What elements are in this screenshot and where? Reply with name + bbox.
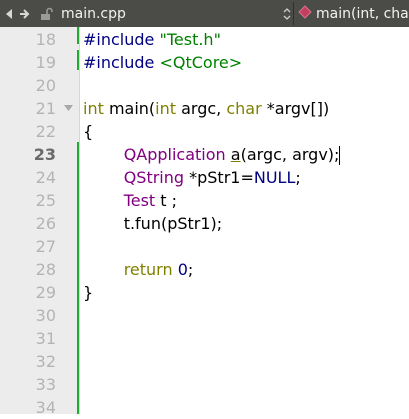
gutter-border	[79, 27, 80, 414]
code-line: QString *pStr1=NULL;	[83, 166, 301, 189]
toolbar-separator	[293, 2, 294, 25]
line-number: 34	[35, 398, 56, 417]
code-token: "Test.h"	[159, 30, 221, 49]
code-token: ;	[187, 260, 194, 279]
line-number: 22	[35, 122, 56, 141]
code-line: return 0;	[83, 258, 194, 281]
code-line: #include <QtCore>	[83, 51, 242, 74]
function-diamond-icon	[298, 4, 312, 23]
code-line: int main(int argc, char *argv[])	[83, 97, 329, 120]
code-token: return	[123, 260, 173, 279]
line-number: 21	[35, 99, 56, 118]
text-cursor	[339, 146, 341, 165]
code-token: 0	[177, 260, 188, 279]
line-number: 20	[35, 76, 56, 95]
code-line: Test t ;	[83, 189, 177, 212]
file-selector[interactable]: main.cpp	[61, 6, 126, 22]
code-token: main(	[103, 99, 156, 118]
code-token: QString	[123, 168, 185, 187]
code-token: #include	[83, 53, 160, 72]
code-token: t.fun(pStr1);	[123, 214, 223, 233]
code-token: int	[155, 99, 177, 118]
code-token: #include	[83, 30, 160, 49]
code-token: <QtCore>	[159, 53, 243, 72]
code-line: QApplication a(argc, argv);	[83, 143, 341, 166]
code-token: ;	[295, 168, 301, 187]
code-token: *argv[])	[261, 99, 330, 118]
line-number: 28	[35, 260, 56, 279]
line-number: 27	[35, 237, 56, 256]
code-token: int	[83, 99, 104, 118]
line-number: 32	[35, 352, 56, 371]
code-token: argc,	[176, 99, 227, 118]
line-number: 24	[35, 168, 56, 187]
code-line: {	[83, 120, 93, 143]
line-number: 30	[35, 306, 56, 325]
change-marker	[77, 50, 79, 70]
line-number: 25	[35, 191, 56, 210]
code-token: (argc, argv);	[240, 145, 340, 164]
file-name: main.cpp	[61, 5, 126, 22]
arrow-right-icon[interactable]	[17, 0, 33, 27]
line-number: 33	[35, 375, 56, 394]
line-number: 23	[33, 145, 56, 164]
code-token: {	[83, 122, 94, 141]
code-token: NULL	[253, 168, 296, 187]
editor-toolbar: main.cpp main(int, char	[0, 0, 409, 27]
line-number-gutter: 18 19 20 21 22 23 24 25 26 27 28 29 30 31 32 33 34	[0, 27, 80, 417]
chevron-up-down-icon[interactable]	[281, 0, 293, 27]
line-number: 29	[35, 283, 56, 302]
code-token: QApplication	[123, 145, 226, 164]
code-token: a	[230, 145, 241, 164]
code-line: #include "Test.h"	[83, 28, 221, 51]
code-line: }	[83, 281, 93, 304]
code-token: }	[83, 283, 94, 302]
change-marker	[77, 27, 79, 44]
line-number: 31	[35, 329, 56, 348]
unlocked-padlock-icon[interactable]	[37, 0, 55, 27]
fold-arrow-icon[interactable]	[62, 97, 74, 120]
code-token: *pStr1=	[184, 168, 254, 187]
change-marker	[77, 142, 79, 414]
triangle-left-icon[interactable]	[1, 0, 17, 27]
line-number: 26	[35, 214, 56, 233]
code-line: t.fun(pStr1);	[83, 212, 223, 235]
line-number: 18	[35, 30, 56, 49]
symbol-selector[interactable]: main(int, char	[298, 0, 409, 27]
code-token: t ;	[155, 191, 178, 210]
code-token: Test	[123, 191, 156, 210]
code-token: char	[226, 99, 262, 118]
line-number: 19	[35, 53, 56, 72]
current-symbol: main(int, char	[316, 5, 409, 22]
